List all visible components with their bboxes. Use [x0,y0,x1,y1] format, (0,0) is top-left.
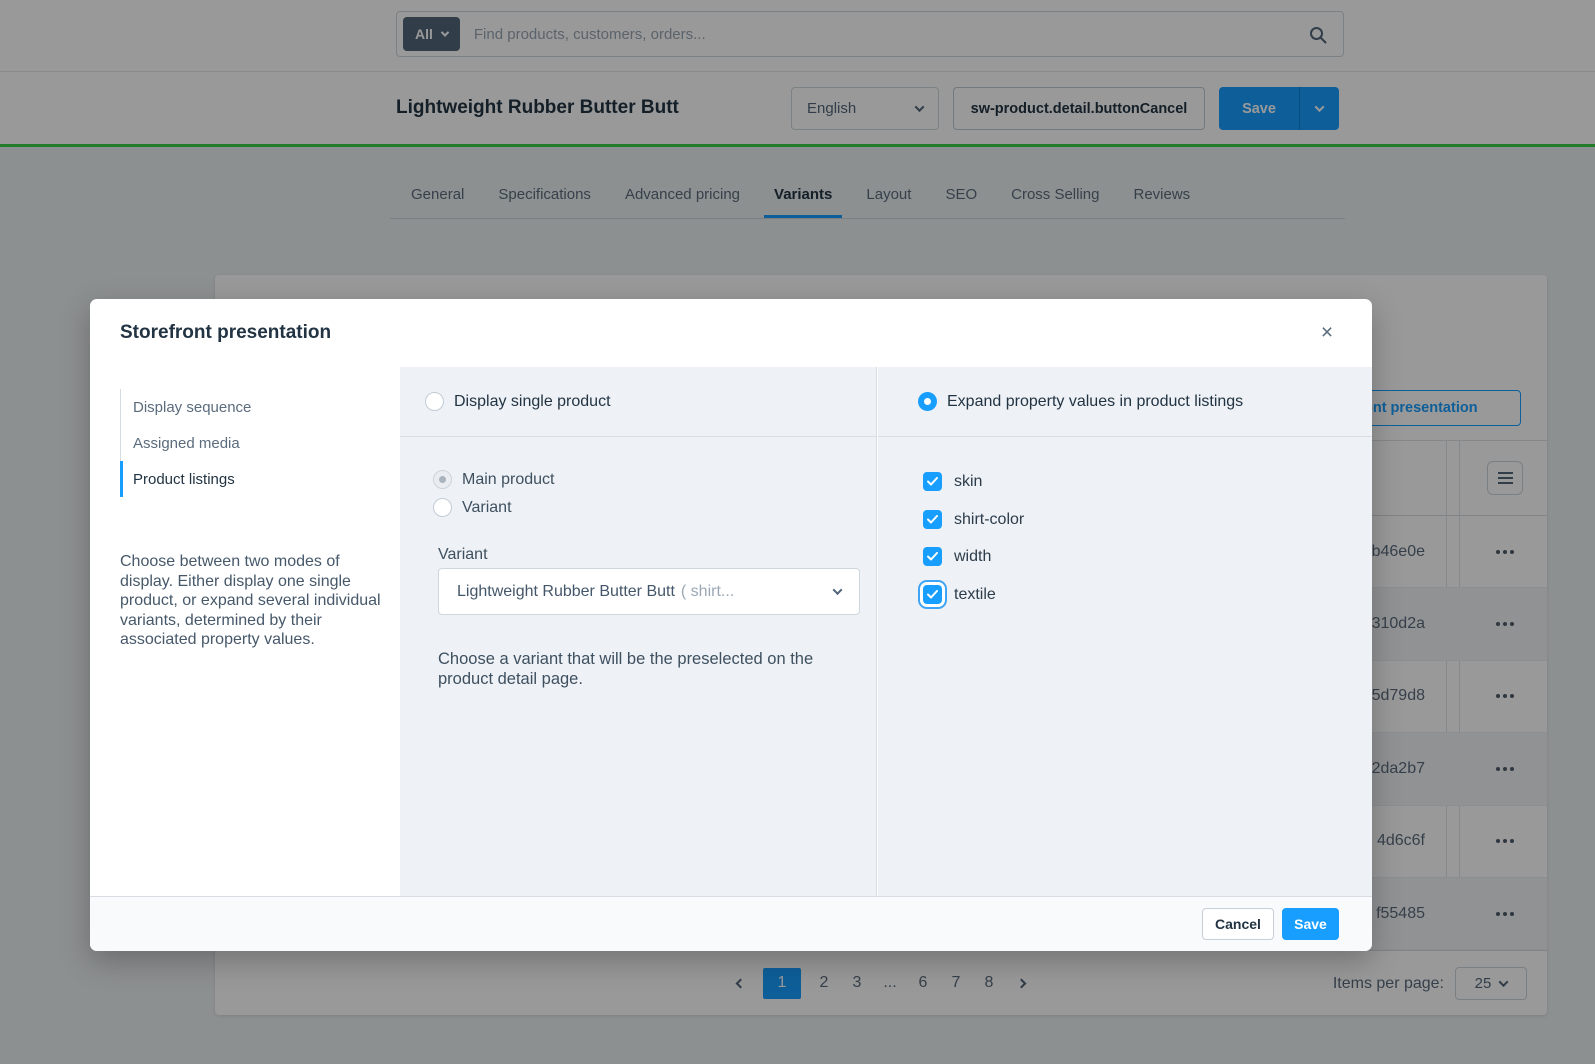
modal-title: Storefront presentation [120,299,331,367]
nav-item-product-listings[interactable]: Product listings [120,461,251,497]
nav-item-assigned-media[interactable]: Assigned media [120,425,251,461]
skin-label: skin [954,473,982,491]
variant-option: Variant [433,498,512,517]
chevron-down-icon [833,585,843,595]
property-option-skin: skin [923,472,982,491]
variant-select-value: Lightweight Rubber Butter Butt [457,583,675,601]
modal-header: Storefront presentation × [90,299,1372,367]
width-label: width [954,548,991,566]
width-checkbox[interactable] [923,547,942,566]
display-single-product-label: Display single product [454,393,611,411]
expand-property-values-radio[interactable] [918,392,937,411]
shirt-color-checkbox[interactable] [923,510,942,529]
variant-radio[interactable] [433,498,452,517]
textile-checkbox[interactable] [923,585,942,604]
expand-property-values-label: Expand property values in product listin… [947,393,1243,411]
modal-save-button[interactable]: Save [1282,908,1339,940]
mode-description: Choose between two modes of display. Eit… [120,552,384,650]
display-single-product-radio[interactable] [425,392,444,411]
variant-help-text: Choose a variant that will be the presel… [438,649,848,689]
textile-label: textile [954,586,996,604]
property-option-textile: textile [923,585,996,604]
expand-properties-column: Expand property values in product listin… [878,367,1372,896]
variant-select[interactable]: Lightweight Rubber Butter Butt ( shirt..… [438,568,860,615]
main-product-option: Main product [433,470,555,489]
close-icon[interactable]: × [1312,318,1342,348]
main-product-radio[interactable] [433,470,452,489]
modal-footer: Cancel Save [90,896,1372,951]
property-option-shirt-color: shirt-color [923,510,1024,529]
variant-field-label: Variant [438,546,488,564]
expand-property-values-option: Expand property values in product listin… [878,367,1372,437]
modal-body: Display sequence Assigned media Product … [90,367,1372,896]
single-product-column: Display single product Main product Vari… [400,367,877,896]
display-single-product-option: Display single product [400,367,876,437]
modal-nav: Display sequence Assigned media Product … [120,389,251,497]
modal-sidebar: Display sequence Assigned media Product … [90,367,400,896]
property-option-width: width [923,547,991,566]
storefront-presentation-modal: Storefront presentation × Display sequen… [90,299,1372,951]
nav-item-display-sequence[interactable]: Display sequence [120,389,251,425]
modal-cancel-button[interactable]: Cancel [1202,908,1274,940]
screen: All Lightweight Rubber Butter Butt Engli… [0,0,1595,1064]
main-product-label: Main product [462,471,555,489]
variant-select-suffix: ( shirt... [681,583,734,601]
shirt-color-label: shirt-color [954,511,1024,529]
skin-checkbox[interactable] [923,472,942,491]
variant-radio-label: Variant [462,499,512,517]
